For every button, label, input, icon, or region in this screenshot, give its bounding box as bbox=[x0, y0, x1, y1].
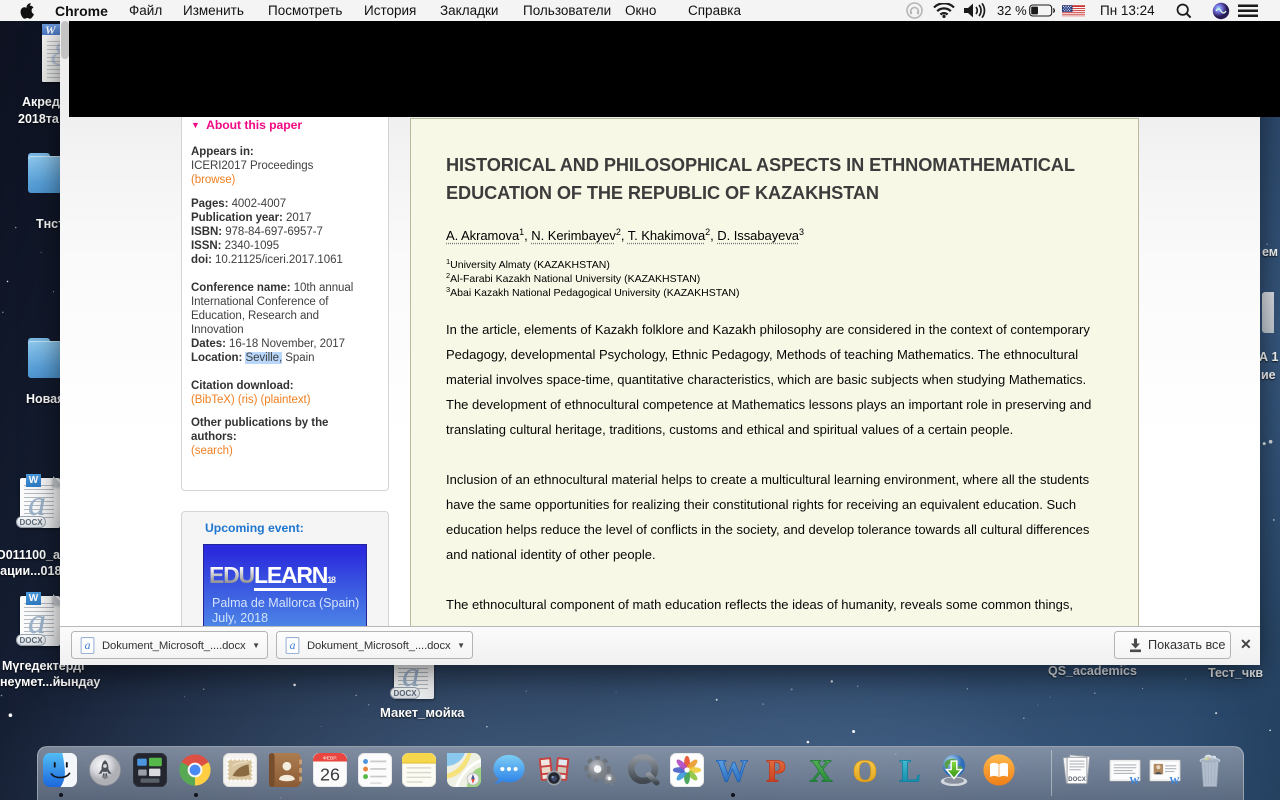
svg-text:W: W bbox=[1169, 776, 1180, 787]
svg-text:P: P bbox=[766, 753, 786, 787]
svg-text:26: 26 bbox=[320, 764, 340, 784]
svg-text:a: a bbox=[290, 639, 296, 652]
svg-text:ФЕВР.: ФЕВР. bbox=[323, 755, 337, 761]
svg-text:DOCX: DOCX bbox=[1068, 776, 1087, 783]
svg-text:X: X bbox=[809, 753, 832, 787]
svg-text:W: W bbox=[716, 753, 748, 787]
svg-text:a: a bbox=[85, 639, 91, 652]
svg-text:O: O bbox=[853, 753, 878, 787]
svg-text:W: W bbox=[1129, 776, 1140, 787]
svg-text:L: L bbox=[899, 753, 920, 787]
